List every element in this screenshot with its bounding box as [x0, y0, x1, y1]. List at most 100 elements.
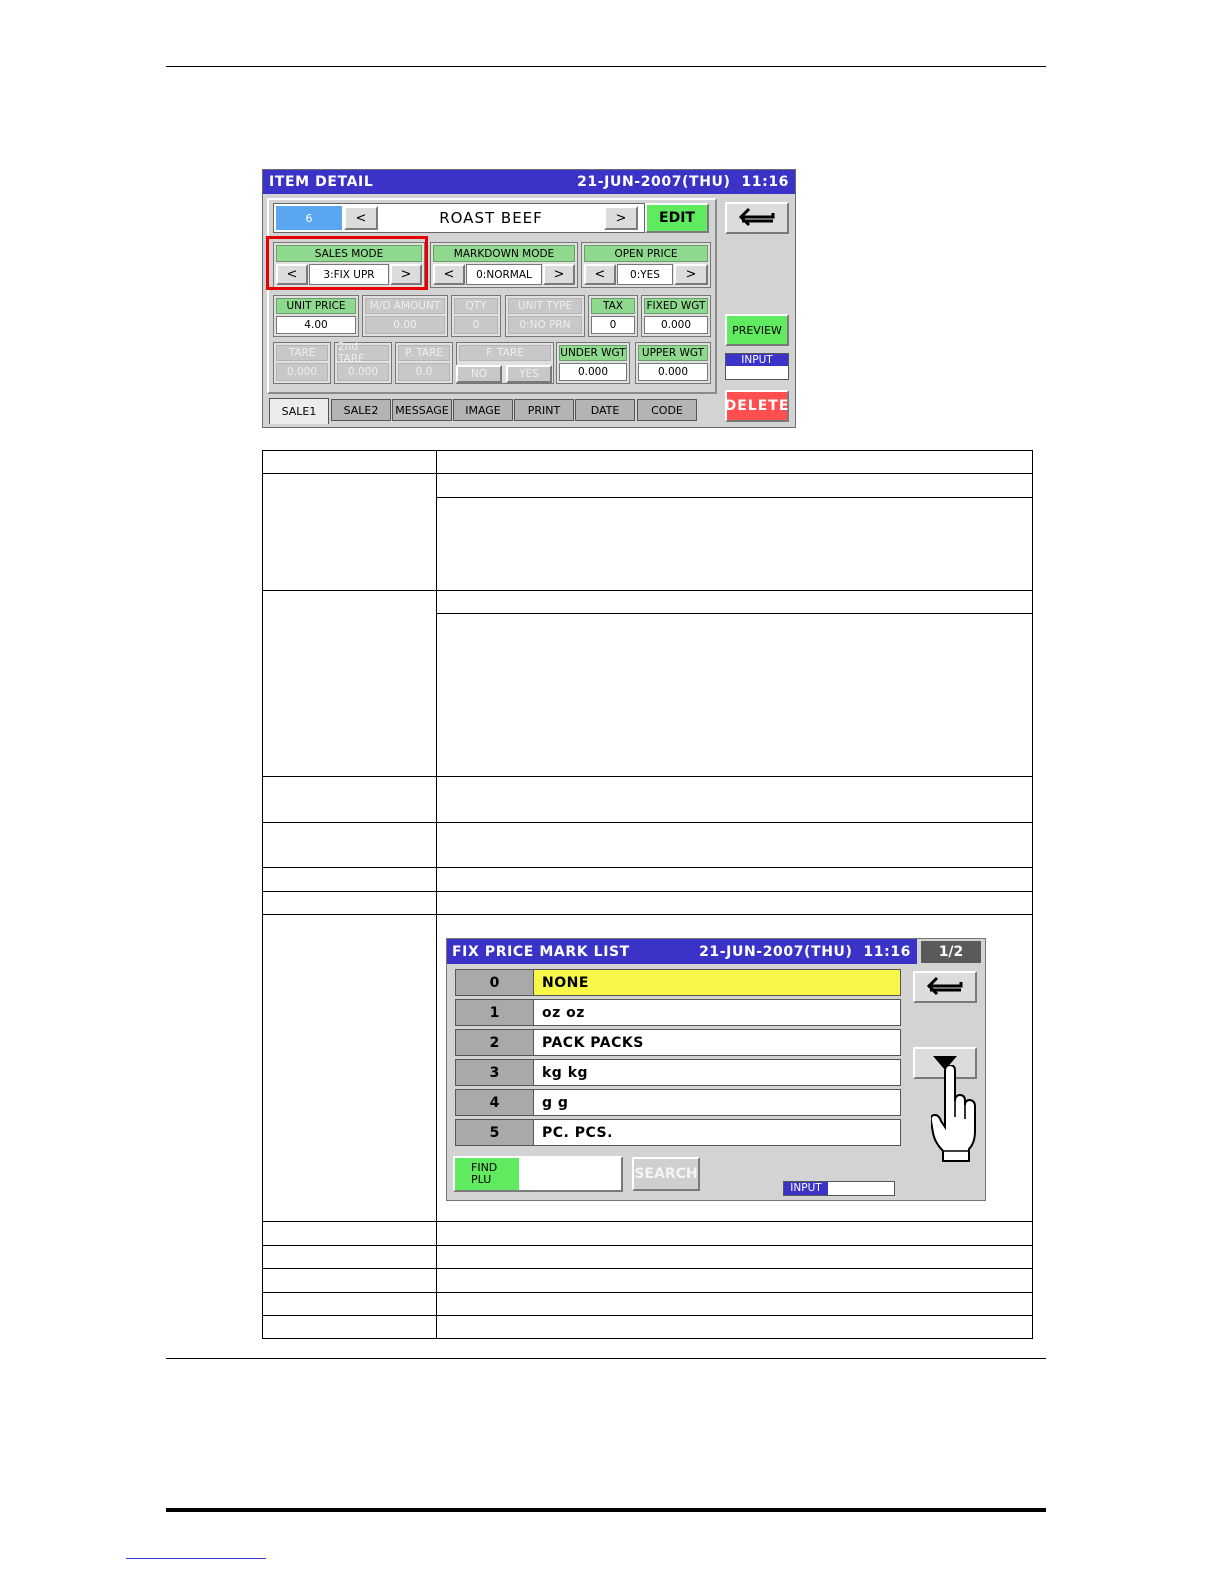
- search-button[interactable]: SEARCH: [632, 1157, 700, 1191]
- field-value: 0: [591, 316, 635, 334]
- field-value: 0.000: [644, 316, 708, 334]
- open-price-label: OPEN PRICE: [584, 245, 708, 262]
- field-2nd-tare: 2nd TARE 0.000: [334, 341, 392, 384]
- markdown-mode-next-button[interactable]: >: [543, 264, 575, 285]
- field-value: 4.00: [276, 316, 356, 334]
- fix-price-mark-list-screen: FIX PRICE MARK LIST 21-JUN-2007(THU) 11:…: [446, 938, 986, 1201]
- list-row[interactable]: 0 NONE: [455, 969, 901, 996]
- pointing-hand-icon: [931, 1065, 976, 1162]
- field-label: TAX: [591, 298, 635, 314]
- field-fixed-wgt[interactable]: FIXED WGT 0.000: [641, 295, 711, 337]
- list-row[interactable]: 5 PC. PCS.: [455, 1119, 901, 1146]
- tab-message[interactable]: MESSAGE: [392, 399, 452, 421]
- field-under-wgt[interactable]: UNDER WGT 0.000: [556, 342, 630, 384]
- field-value: 0.0: [398, 363, 450, 381]
- field-value: 0.000: [337, 363, 389, 381]
- row-number: 4: [456, 1090, 534, 1115]
- list-datetime: 21-JUN-2007(THU) 11:16: [699, 944, 911, 960]
- find-plu-field[interactable]: FIND PLU: [453, 1156, 623, 1192]
- screen-title: ITEM DETAIL: [269, 174, 374, 190]
- markdown-mode-value: 0:NORMAL: [466, 264, 542, 285]
- row-text: NONE: [542, 974, 589, 991]
- field-value: 0.00: [365, 316, 445, 334]
- row-text: g g: [542, 1094, 569, 1111]
- list-row[interactable]: 1 oz oz: [455, 999, 901, 1026]
- row-number: 3: [456, 1060, 534, 1085]
- field-value: 0.000: [638, 363, 708, 381]
- row-number: 2: [456, 1030, 534, 1055]
- header-rule: [166, 66, 1046, 67]
- item-name-row: 6 < ROAST BEEF >: [273, 203, 645, 233]
- field-label: F. TARE: [459, 345, 551, 361]
- field-value: 0.000: [276, 363, 328, 381]
- title-bar: ITEM DETAIL 21-JUN-2007(THU) 11:16: [263, 170, 795, 194]
- ftare-no-button: NO: [456, 365, 502, 383]
- tab-code[interactable]: CODE: [637, 399, 697, 421]
- input-label: INPUT: [726, 354, 788, 366]
- list-row[interactable]: 3 kg kg: [455, 1059, 901, 1086]
- field-value: 0: [454, 316, 498, 334]
- preview-button[interactable]: PREVIEW: [725, 314, 789, 346]
- tab-sale2[interactable]: SALE2: [331, 399, 391, 421]
- page-indicator: 1/2: [921, 941, 981, 963]
- delete-button[interactable]: DELETE: [725, 390, 789, 422]
- edit-button[interactable]: EDIT: [645, 203, 709, 233]
- tab-image[interactable]: IMAGE: [453, 399, 513, 421]
- tab-print[interactable]: PRINT: [514, 399, 574, 421]
- return-arrow-icon: [738, 207, 775, 227]
- open-price-next-button[interactable]: >: [674, 264, 708, 285]
- return-arrow-icon: [926, 976, 963, 996]
- list-return-button[interactable]: [913, 971, 977, 1003]
- field-label: UNIT TYPE: [508, 298, 582, 314]
- footer-rule: [166, 1358, 1046, 1359]
- page-link-underline: [126, 1558, 266, 1559]
- field-label: TARE: [276, 345, 328, 361]
- field-label: UNIT PRICE: [276, 298, 356, 314]
- field-unit-price[interactable]: UNIT PRICE 4.00: [273, 295, 359, 337]
- list-row[interactable]: 2 PACK PACKS: [455, 1029, 901, 1056]
- sales-mode-highlight: [266, 236, 428, 290]
- item-detail-screen: ITEM DETAIL 21-JUN-2007(THU) 11:16 6 < R…: [262, 169, 796, 428]
- open-price-value: 0:YES: [617, 264, 673, 285]
- list-row[interactable]: 4 g g: [455, 1089, 901, 1116]
- list-input-indicator: INPUT: [783, 1181, 895, 1196]
- field-label: QTY: [454, 298, 498, 314]
- next-item-button[interactable]: >: [604, 206, 638, 230]
- markdown-mode-label: MARKDOWN MODE: [433, 245, 575, 262]
- field-qty: QTY 0: [451, 295, 501, 337]
- list-input-label: INPUT: [784, 1182, 828, 1195]
- open-price-selector: OPEN PRICE < 0:YES >: [581, 242, 711, 288]
- datetime: 21-JUN-2007(THU) 11:16: [577, 174, 789, 190]
- row-number: 1: [456, 1000, 534, 1025]
- tab-date[interactable]: DATE: [575, 399, 635, 421]
- markdown-mode-prev-button[interactable]: <: [433, 264, 465, 285]
- row-number: 5: [456, 1120, 534, 1145]
- find-plu-label: FIND PLU: [455, 1158, 519, 1190]
- field-label: M/D AMOUNT: [365, 298, 445, 314]
- field-label: FIXED WGT: [644, 298, 708, 314]
- tab-sale1[interactable]: SALE1: [269, 398, 329, 424]
- prev-item-button[interactable]: <: [344, 206, 378, 230]
- bottom-thick-rule: [166, 1508, 1046, 1512]
- field-tax[interactable]: TAX 0: [588, 295, 638, 337]
- field-label: UPPER WGT: [638, 345, 708, 361]
- open-price-prev-button[interactable]: <: [584, 264, 616, 285]
- row-number: 0: [456, 970, 534, 995]
- field-value: 0:NO PRN: [508, 316, 582, 334]
- row-text: PACK PACKS: [542, 1034, 644, 1051]
- field-label: P. TARE: [398, 345, 450, 361]
- list-title: FIX PRICE MARK LIST: [452, 944, 630, 960]
- return-button[interactable]: [725, 202, 789, 234]
- item-name: ROAST BEEF: [439, 209, 543, 227]
- field-value: 0.000: [559, 363, 627, 381]
- input-indicator: INPUT: [725, 353, 789, 380]
- field-unit-type: UNIT TYPE 0:NO PRN: [505, 295, 585, 337]
- field-p-tare: P. TARE 0.0: [395, 342, 453, 384]
- plu-number: 6: [276, 206, 342, 230]
- row-text: oz oz: [542, 1004, 585, 1021]
- field-upper-wgt[interactable]: UPPER WGT 0.000: [635, 342, 711, 384]
- markdown-mode-selector: MARKDOWN MODE < 0:NORMAL >: [430, 242, 578, 288]
- field-label: UNDER WGT: [559, 345, 627, 361]
- ftare-yes-button: YES: [506, 365, 552, 383]
- row-text: kg kg: [542, 1064, 589, 1081]
